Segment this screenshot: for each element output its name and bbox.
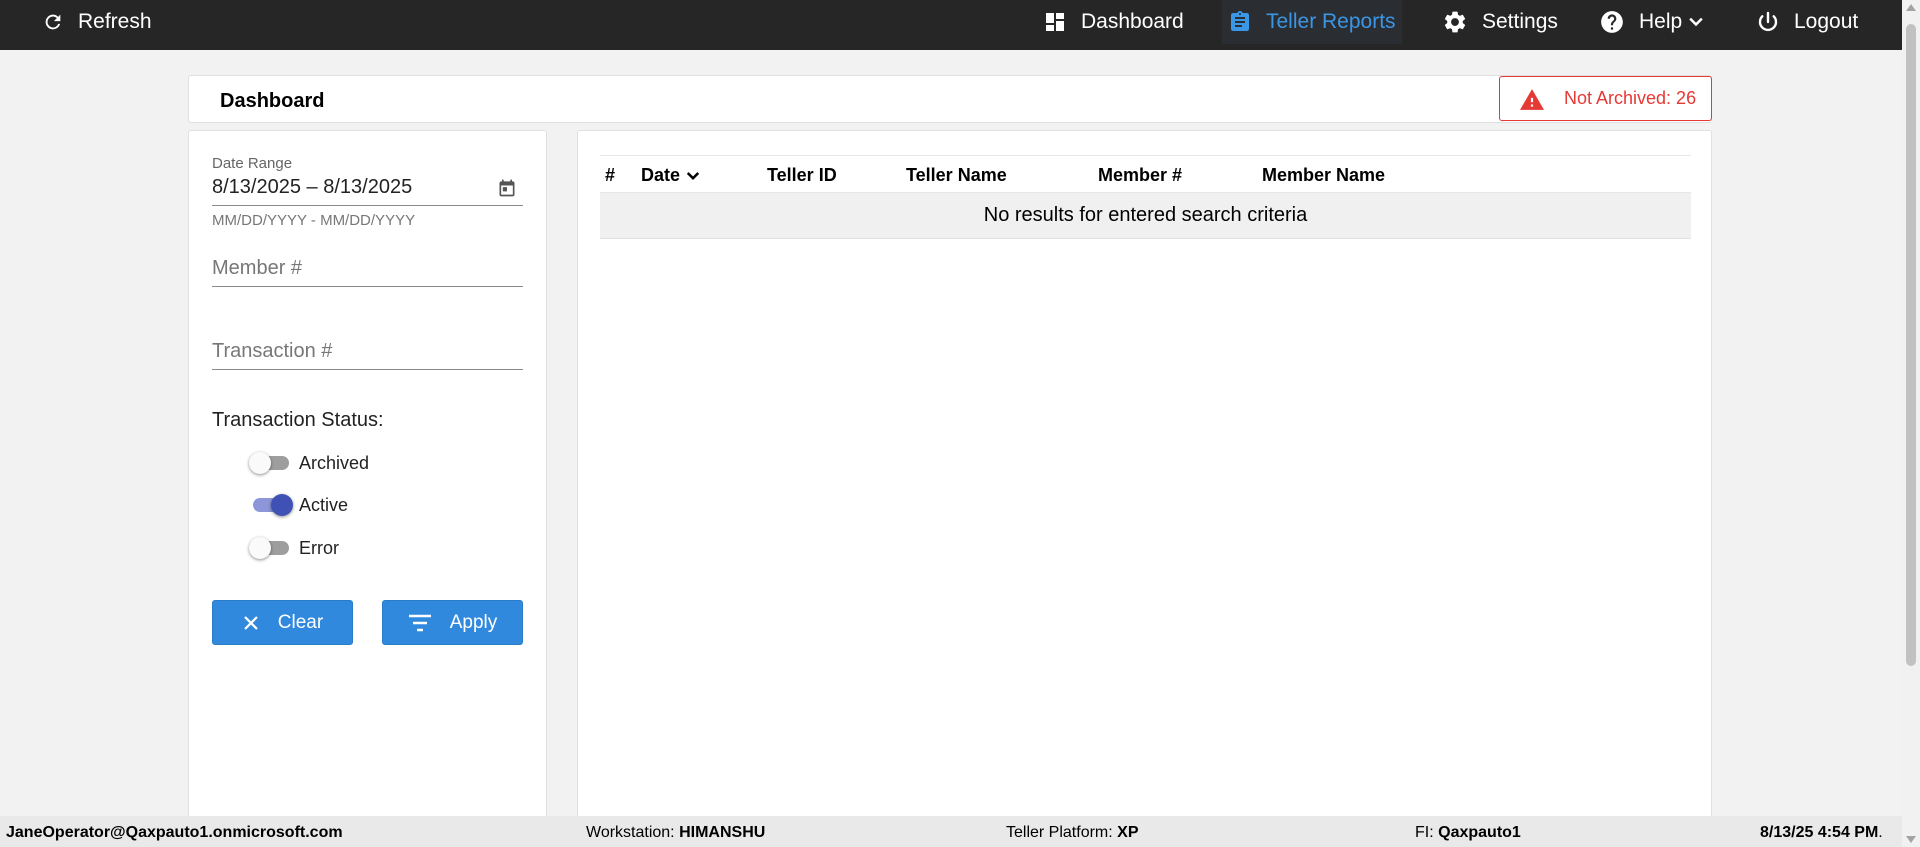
toggle-archived[interactable]: Archived (249, 451, 369, 475)
nav-teller-reports[interactable]: Teller Reports (1222, 0, 1402, 44)
nav-logout-label: Logout (1794, 10, 1859, 33)
page-title: Dashboard (220, 90, 325, 112)
empty-results-message: No results for entered search criteria (983, 204, 1308, 226)
apply-label: Apply (449, 611, 498, 633)
top-navigation-bar: Refresh Dashboard Teller Reports Setting… (0, 0, 1902, 50)
dashboard-icon (1046, 13, 1064, 31)
date-range-label: Date Range (212, 155, 293, 172)
footer-fi-label: FI: (1415, 824, 1434, 841)
warning-icon (1520, 88, 1544, 110)
nav-dashboard[interactable]: Dashboard (1043, 0, 1184, 44)
empty-results-row: No results for entered search criteria (600, 193, 1691, 239)
status-footer: JaneOperator@Qaxpauto1.onmicrosoft.com W… (0, 816, 1902, 847)
column-header-member-number[interactable]: Member # (1098, 165, 1182, 186)
column-header-member-name-label: Member Name (1262, 165, 1386, 185)
footer-datetime-suffix: . (1878, 824, 1883, 841)
toggle-error[interactable]: Error (249, 536, 339, 560)
column-header-member-number-label: Member # (1098, 165, 1183, 185)
nav-dashboard-label: Dashboard (1081, 10, 1184, 33)
table-header: # Date Teller ID Teller Name Member # Me… (600, 155, 1691, 193)
column-header-teller-name-label: Teller Name (906, 165, 1007, 185)
calendar-icon[interactable] (497, 178, 517, 198)
column-header-member-name[interactable]: Member Name (1262, 165, 1385, 186)
help-icon (1601, 11, 1623, 33)
scrollbar-thumb[interactable] (1906, 24, 1916, 666)
date-range-value[interactable]: 8/13/2025 – 8/13/2025 (212, 176, 523, 206)
transaction-number-input[interactable] (212, 334, 523, 370)
date-range-text: 8/13/2025 – 8/13/2025 (212, 176, 413, 198)
footer-user-value: JaneOperator@Qaxpauto1.onmicrosoft.com (6, 824, 343, 841)
footer-workstation: Workstation: HIMANSHU (586, 824, 765, 842)
refresh-label: Refresh (78, 10, 152, 33)
column-header-teller-name[interactable]: Teller Name (906, 165, 1007, 186)
close-icon (244, 615, 258, 630)
scroll-down-arrow-icon[interactable] (1906, 836, 1916, 843)
page-header-card: Dashboard (188, 75, 1712, 123)
gear-icon (1444, 11, 1466, 33)
clear-button[interactable]: Clear (212, 600, 353, 645)
scroll-up-arrow-icon[interactable] (1906, 4, 1916, 11)
filter-icon (408, 614, 431, 631)
chevron-down-icon (1689, 17, 1703, 27)
member-number-input[interactable] (212, 251, 523, 287)
archived-label: Archived (299, 452, 370, 473)
nav-help-label: Help (1639, 10, 1683, 33)
footer-fi-value: Qaxpauto1 (1438, 824, 1521, 841)
transaction-status-label: Transaction Status: (212, 409, 384, 431)
nav-settings-label: Settings (1482, 10, 1558, 33)
footer-platform-label: Teller Platform: (1006, 824, 1113, 841)
active-label: Active (299, 494, 349, 515)
sort-descending-icon (686, 171, 700, 180)
footer-fi: FI: Qaxpauto1 (1415, 824, 1521, 842)
column-header-teller-id-label: Teller ID (767, 165, 837, 185)
toggle-active[interactable]: Active (249, 493, 348, 517)
column-header-number-label: # (605, 165, 616, 185)
nav-settings[interactable]: Settings (1442, 0, 1558, 44)
date-range-hint: MM/DD/YYYY - MM/DD/YYYY (212, 212, 416, 229)
active-switch[interactable] (249, 493, 293, 517)
footer-platform-value: XP (1117, 824, 1139, 841)
nav-logout[interactable]: Logout (1756, 0, 1858, 44)
error-label: Error (299, 537, 339, 558)
footer-datetime-value: 8/13/25 4:54 PM (1760, 824, 1879, 841)
archived-switch[interactable] (249, 451, 293, 475)
clipboard-icon (1231, 11, 1249, 31)
not-archived-badge[interactable]: Not Archived: 26 (1499, 76, 1712, 121)
apply-button[interactable]: Apply (382, 600, 523, 645)
footer-platform: Teller Platform: XP (1006, 824, 1139, 842)
column-header-date-label: Date (641, 165, 681, 185)
filter-panel: Date Range 8/13/2025 – 8/13/2025 MM/DD/Y… (188, 130, 547, 830)
refresh-icon (45, 14, 61, 30)
date-range-field[interactable]: Date Range 8/13/2025 – 8/13/2025 MM/DD/Y… (212, 155, 523, 229)
column-header-teller-id[interactable]: Teller ID (767, 165, 837, 186)
nav-teller-reports-label: Teller Reports (1266, 10, 1396, 33)
column-header-date[interactable]: Date (641, 165, 702, 186)
results-panel: # Date Teller ID Teller Name Member # Me… (577, 130, 1712, 830)
member-number-field[interactable] (212, 251, 523, 287)
footer-user: JaneOperator@Qaxpauto1.onmicrosoft.com (6, 824, 343, 842)
power-icon (1758, 11, 1778, 32)
transaction-number-field[interactable] (212, 334, 523, 370)
nav-help-menu[interactable]: Help (1599, 0, 1706, 44)
error-switch[interactable] (249, 536, 293, 560)
clear-label: Clear (277, 611, 324, 633)
page-scrollbar[interactable] (1902, 0, 1920, 847)
footer-workstation-value: HIMANSHU (679, 824, 766, 841)
refresh-button[interactable]: Refresh (42, 0, 152, 44)
footer-datetime: 8/13/25 4:54 PM. (1760, 824, 1883, 842)
footer-workstation-label: Workstation: (586, 824, 675, 841)
column-header-number[interactable]: # (605, 165, 615, 186)
not-archived-label: Not Archived: 26 (1564, 88, 1697, 108)
